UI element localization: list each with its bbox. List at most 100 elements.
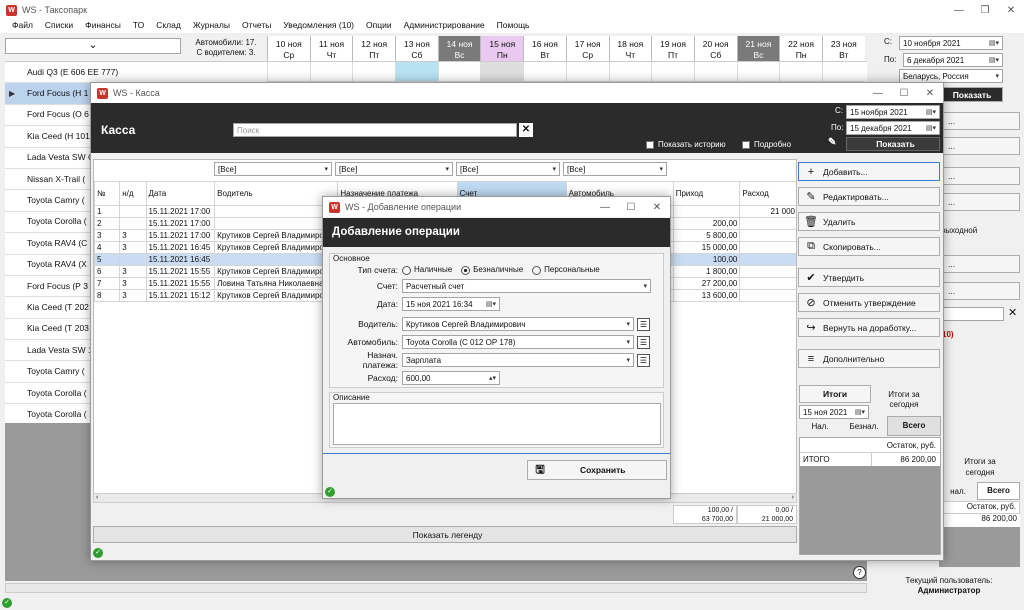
day-date: 15 ноя xyxy=(489,39,516,49)
column-header[interactable]: Приход xyxy=(672,181,741,206)
collapse-toggle-icon[interactable]: ⌄ xyxy=(5,38,181,54)
schedule-cell[interactable] xyxy=(736,62,780,82)
column-header[interactable]: Водитель xyxy=(214,181,339,206)
save-button[interactable]: 🖫 Сохранить xyxy=(527,460,667,480)
side-button-4[interactable]: ... xyxy=(942,193,1020,211)
add-button[interactable]: + Добавить... xyxy=(798,162,940,181)
radio-noncash[interactable]: Безналичные xyxy=(461,265,523,275)
purpose-list-icon[interactable]: ☰ xyxy=(637,353,650,367)
cancel-approval-button[interactable]: ⊘ Отменить утверждение xyxy=(798,293,940,312)
menu-item[interactable]: Списки xyxy=(39,18,79,33)
totals-date-field[interactable]: 15 ноя 2021 ▤▾ xyxy=(799,405,869,419)
maximize-icon[interactable]: ❐ xyxy=(972,5,998,16)
dialog-minimize-icon[interactable]: — xyxy=(592,202,618,213)
kassa-show-button[interactable]: Показать xyxy=(846,137,940,151)
kassa-maximize-icon[interactable]: ☐ xyxy=(891,88,917,99)
detail-checkbox[interactable]: Подробно xyxy=(742,140,791,149)
account-select[interactable]: Расчетный счет ▾ xyxy=(402,279,651,293)
schedule-cell[interactable] xyxy=(523,62,566,82)
from-date-field[interactable]: 10 ноября 2021 ▤▾ xyxy=(899,36,1003,50)
column-filter[interactable]: [Все] ▾ xyxy=(335,162,453,176)
totals-button[interactable]: Итоги xyxy=(799,385,871,403)
main-tab-all[interactable]: Всего xyxy=(977,482,1020,500)
region-select[interactable]: Беларусь, Россия ▾ xyxy=(899,69,1003,83)
schedule-cell[interactable] xyxy=(267,62,310,82)
history-checkbox[interactable]: Показать историю xyxy=(646,140,726,149)
tab-all[interactable]: Всего xyxy=(887,416,941,436)
menu-item[interactable]: Финансы xyxy=(79,18,127,33)
side-search-field[interactable] xyxy=(942,307,1004,321)
schedule-cell[interactable] xyxy=(309,62,353,82)
menu-item[interactable]: Отчеты xyxy=(236,18,277,33)
dialog-maximize-icon[interactable]: ☐ xyxy=(618,202,644,213)
kassa-close-icon[interactable]: ✕ xyxy=(917,88,943,99)
main-tab-nal[interactable]: нал. xyxy=(939,484,977,500)
help-icon[interactable]: ? xyxy=(853,566,866,579)
more-button[interactable]: ≡ Дополнительно xyxy=(798,349,940,368)
kassa-from-date[interactable]: 15 ноября 2021 ▤▾ xyxy=(846,105,940,119)
minimize-icon[interactable]: — xyxy=(946,5,972,16)
car-select[interactable]: Toyota Corolla (С 012 ОР 178) ▾ xyxy=(402,335,634,349)
menu-item[interactable]: Уведомления (10) xyxy=(277,18,360,33)
column-header[interactable]: Расход xyxy=(739,181,796,206)
schedule-cell[interactable] xyxy=(693,62,737,82)
column-header[interactable]: Дата xyxy=(145,181,216,206)
schedule-cell[interactable] xyxy=(779,62,822,82)
schedule-cell[interactable] xyxy=(651,62,694,82)
approve-button[interactable]: ✔ Утвердить xyxy=(798,268,940,287)
schedule-cell[interactable] xyxy=(395,62,438,82)
copy-button[interactable]: ⧉ Скопировать... xyxy=(798,237,940,256)
car-list-icon[interactable]: ☰ xyxy=(637,335,650,349)
side-button-1[interactable]: ... xyxy=(942,112,1020,130)
menu-item[interactable]: Опции xyxy=(360,18,398,33)
driver-select[interactable]: Крутиков Сергей Владимирович ▾ xyxy=(402,317,634,331)
menu-item[interactable]: Журналы xyxy=(187,18,236,33)
schedule-cell[interactable] xyxy=(437,62,481,82)
kassa-minimize-icon[interactable]: — xyxy=(865,88,891,99)
main-show-button[interactable]: Показать xyxy=(936,87,1003,102)
side-button-5[interactable]: ... xyxy=(942,255,1020,273)
broom-icon[interactable]: ✎ xyxy=(828,137,836,148)
clear-icon[interactable]: ✕ xyxy=(1008,306,1017,319)
edit-button[interactable]: ✎ Редактировать... xyxy=(798,187,940,206)
dialog-close-icon[interactable]: ✕ xyxy=(644,202,670,213)
column-header[interactable]: № xyxy=(94,181,121,206)
kassa-search-input[interactable]: Поиск xyxy=(233,123,517,137)
driver-list-icon[interactable]: ☰ xyxy=(637,317,650,331)
menu-item[interactable]: Файл xyxy=(6,18,39,33)
menu-item[interactable]: Склад xyxy=(150,18,187,33)
return-button[interactable]: ↪ Вернуть на доработку... xyxy=(798,318,940,337)
tab-beznal[interactable]: Безнал. xyxy=(841,418,887,435)
tab-nal[interactable]: Нал. xyxy=(799,418,841,435)
expense-field[interactable]: 600,00 ▴▾ xyxy=(402,371,500,385)
side-button-3[interactable]: ... xyxy=(942,167,1020,185)
purpose-select[interactable]: Зарплата ▾ xyxy=(402,353,634,367)
kassa-search-clear-icon[interactable]: ✕ xyxy=(519,123,533,137)
schedule-cell[interactable] xyxy=(565,62,609,82)
close-icon[interactable]: ✕ xyxy=(998,5,1024,16)
menu-item[interactable]: Помощь xyxy=(491,18,536,33)
schedule-cell[interactable] xyxy=(608,62,652,82)
show-legend-button[interactable]: Показать легенду xyxy=(93,526,797,543)
column-filter[interactable]: [Все] ▾ xyxy=(563,162,667,176)
schedule-cell[interactable] xyxy=(480,62,524,82)
kassa-to-date[interactable]: 15 декабря 2021 ▤▾ xyxy=(846,121,940,135)
menu-item[interactable]: Администрирование xyxy=(398,18,491,33)
schedule-cell[interactable] xyxy=(352,62,396,82)
table-cell xyxy=(739,217,796,230)
column-filter[interactable]: [Все] ▾ xyxy=(214,162,332,176)
delete-button[interactable]: 🗑 Удалить xyxy=(798,212,940,231)
column-header[interactable]: н/д xyxy=(119,181,147,206)
car-row[interactable]: Audi Q3 (Е 606 ЕЕ 777) xyxy=(5,62,182,84)
schedule-cell[interactable] xyxy=(821,62,865,82)
bottom-scrollbar[interactable] xyxy=(5,583,867,593)
to-date-field[interactable]: 6 декабря 2021 ▤▾ xyxy=(903,53,1003,67)
side-button-2[interactable]: ... xyxy=(942,137,1020,155)
side-button-6[interactable]: ... xyxy=(942,282,1020,300)
menu-item[interactable]: ТО xyxy=(127,18,150,33)
radio-cash[interactable]: Наличные xyxy=(402,265,452,275)
date-field[interactable]: 15 ноя 2021 16:34 ▤▾ xyxy=(402,297,500,311)
description-textarea[interactable] xyxy=(333,403,661,445)
column-filter[interactable]: [Все] ▾ xyxy=(456,162,560,176)
radio-personal[interactable]: Персональные xyxy=(532,265,600,275)
